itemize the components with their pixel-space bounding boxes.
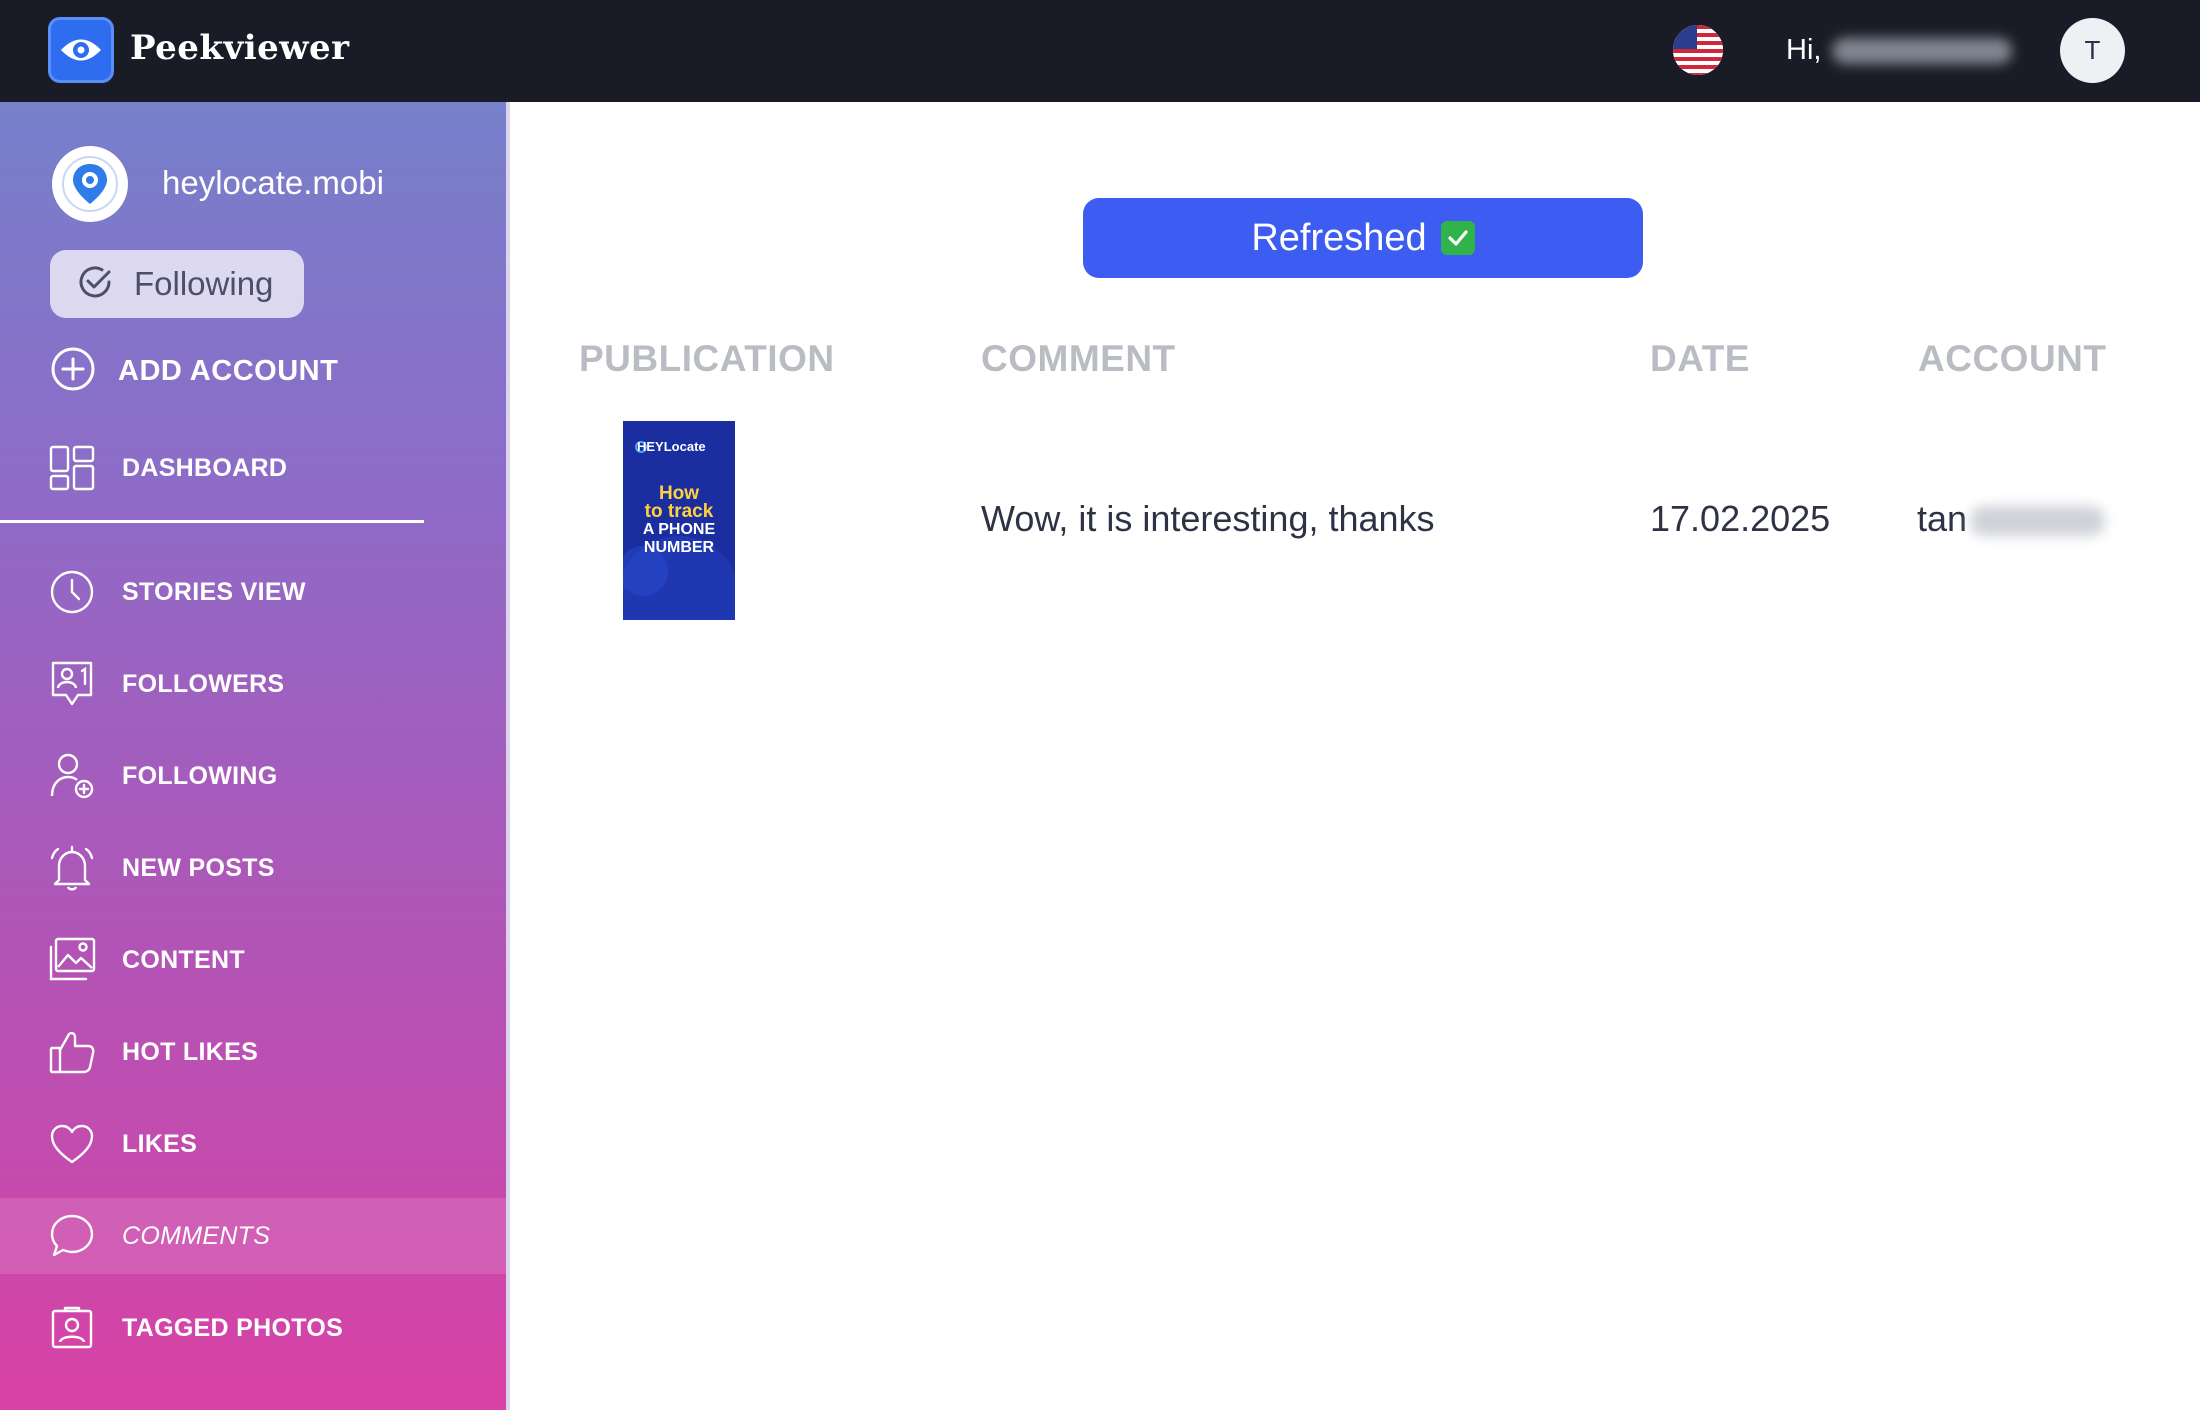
thumbs-up-icon <box>48 1028 96 1076</box>
comment-account[interactable]: tan <box>1917 498 1967 540</box>
heart-icon <box>48 1120 96 1168</box>
refresh-button-label: Refreshed <box>1251 216 1427 259</box>
refreshed-button[interactable]: Refreshed <box>1083 198 1643 278</box>
thumbnail-line: A PHONE <box>642 521 716 538</box>
bell-icon <box>48 844 96 892</box>
check-mark-icon <box>1440 221 1475 255</box>
us-flag-icon[interactable] <box>1673 25 1723 75</box>
sidebar-item-tagged-photos[interactable]: TAGGED PHOTOS <box>0 1290 506 1366</box>
tagged-photo-icon <box>48 1304 96 1352</box>
sidebar-item-label: DASHBOARD <box>122 453 288 482</box>
sidebar-item-label: HOT LIKES <box>122 1037 259 1066</box>
sidebar-item-content[interactable]: CONTENT <box>0 922 506 998</box>
comment-icon <box>48 1212 96 1260</box>
avatar[interactable]: T <box>2060 18 2125 83</box>
sidebar-item-comments[interactable]: COMMENTS <box>0 1198 506 1274</box>
sidebar-item-label: LIKES <box>122 1129 198 1158</box>
sidebar-item-dashboard[interactable]: DASHBOARD <box>0 430 506 506</box>
add-account-label: ADD ACCOUNT <box>118 355 339 387</box>
sidebar-item-likes[interactable]: LIKES <box>0 1106 506 1182</box>
sidebar-item-label: NEW POSTS <box>122 853 275 882</box>
sidebar-item-label: STORIES VIEW <box>122 577 306 606</box>
column-header-publication: PUBLICATION <box>579 338 835 379</box>
following-button[interactable]: Following <box>50 250 304 318</box>
sidebar-item-hot-likes[interactable]: HOT LIKES <box>0 1014 506 1090</box>
account-logo-icon <box>52 146 128 222</box>
column-header-date: DATE <box>1650 338 1750 379</box>
username-redacted <box>1832 38 2012 64</box>
add-account-button[interactable]: ADD ACCOUNT <box>50 346 338 397</box>
top-bar: Peekviewer Hi, T <box>0 0 2200 102</box>
eye-logo-icon[interactable] <box>48 17 114 83</box>
comment-text: Wow, it is interesting, thanks <box>981 498 1435 539</box>
publication-thumbnail[interactable]: HEYLocate How to track A PHONE NUMBER <box>623 421 735 620</box>
sidebar-item-label: CONTENT <box>122 945 245 974</box>
column-header-account: ACCOUNT <box>1918 338 2107 379</box>
comment-date: 17.02.2025 <box>1650 498 1831 539</box>
sidebar-item-label: FOLLOWERS <box>122 669 285 698</box>
sidebar-item-following[interactable]: FOLLOWING <box>0 738 506 814</box>
followers-icon <box>48 660 96 708</box>
sidebar-divider <box>0 520 424 523</box>
sidebar-item-followers[interactable]: FOLLOWERS <box>0 646 506 722</box>
image-icon <box>48 936 96 984</box>
brand-name[interactable]: Peekviewer <box>130 28 350 68</box>
following-button-label: Following <box>134 265 274 302</box>
column-header-comment: COMMENT <box>981 338 1176 379</box>
greeting-text: Hi, <box>1786 34 1822 66</box>
account-name-redacted <box>1970 506 2105 536</box>
sidebar-item-stories-view[interactable]: STORIES VIEW <box>0 554 506 630</box>
user-plus-icon <box>48 752 96 800</box>
thumbnail-line: to track <box>644 501 714 522</box>
dashboard-icon <box>48 444 96 492</box>
sidebar-item-new-posts[interactable]: NEW POSTS <box>0 830 506 906</box>
account-name[interactable]: heylocate.mobi <box>162 164 384 202</box>
thumbnail-brand: HEYLocate <box>637 439 706 454</box>
check-circle-icon <box>76 263 114 306</box>
sidebar-item-label: COMMENTS <box>122 1221 271 1250</box>
thumbnail-line: NUMBER <box>643 539 715 556</box>
sidebar-item-label: FOLLOWING <box>122 761 278 790</box>
sidebar-item-label: TAGGED PHOTOS <box>122 1313 344 1342</box>
sidebar: heylocate.mobi Following ADD ACCOUNT DAS… <box>0 102 510 1410</box>
clock-icon <box>48 568 96 616</box>
plus-circle-icon <box>50 346 96 397</box>
